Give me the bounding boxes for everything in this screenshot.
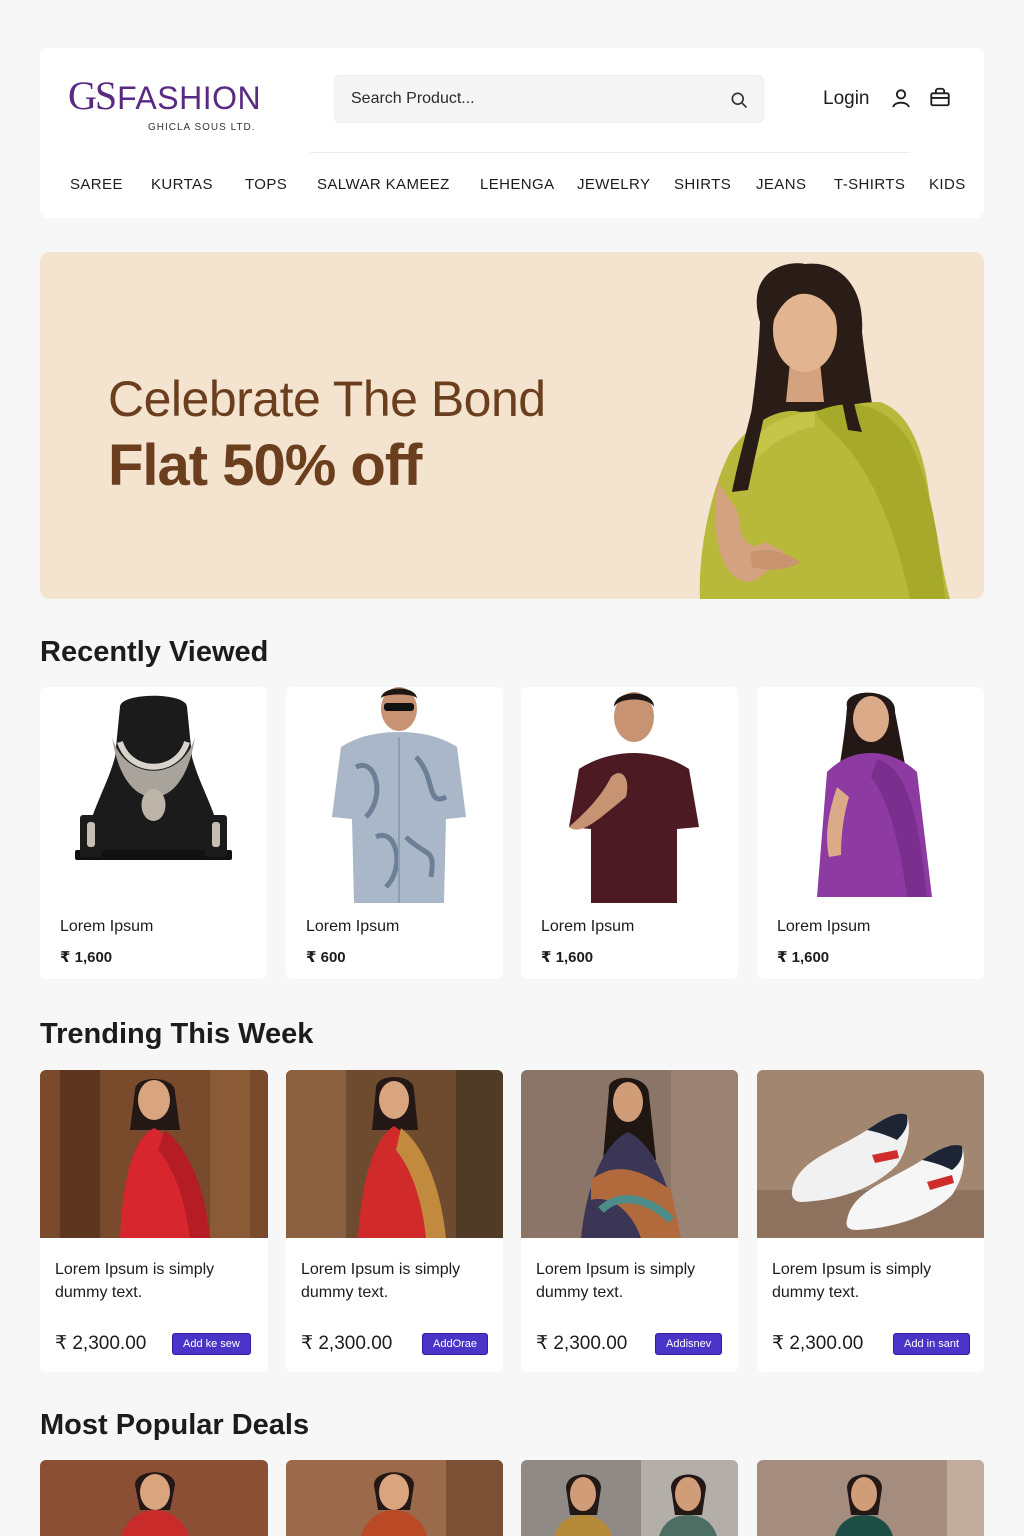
trending-card[interactable]: Lorem Ipsum is simply dummy text. ₹ 2,30… bbox=[286, 1070, 503, 1372]
popular-deal-card[interactable] bbox=[286, 1460, 503, 1536]
search-input[interactable] bbox=[351, 76, 711, 122]
product-description: Lorem Ipsum is simply dummy text. bbox=[301, 1261, 461, 1301]
recently-viewed-card[interactable]: Lorem Ipsum ₹ 1,600 bbox=[521, 687, 738, 979]
product-name: Lorem Ipsum bbox=[777, 918, 871, 935]
nav-item-tops[interactable]: TOPS bbox=[245, 176, 287, 193]
hero-banner[interactable]: Celebrate The Bond Flat 50% off bbox=[40, 252, 984, 599]
product-price: ₹ 1,600 bbox=[60, 949, 113, 966]
recently-viewed-card[interactable]: Lorem Ipsum ₹ 1,600 bbox=[40, 687, 267, 979]
nav-item-saree[interactable]: SAREE bbox=[70, 176, 123, 193]
red-saree-product-image bbox=[286, 1070, 503, 1238]
brand-logo[interactable]: GS FASHION GHICLA SOUS LTD. bbox=[68, 73, 262, 134]
hero-offer: Flat 50% off bbox=[108, 433, 422, 498]
product-price: ₹ 2,300.00 bbox=[536, 1333, 628, 1354]
necklace-product-image bbox=[75, 695, 232, 860]
nav-item-salwar-kameez[interactable]: SALWAR KAMEEZ bbox=[317, 176, 450, 193]
product-price: ₹ 1,600 bbox=[777, 949, 830, 966]
brand-tagline: GHICLA SOUS LTD. bbox=[148, 122, 256, 133]
popular-product-image bbox=[521, 1460, 738, 1536]
saree-product-image bbox=[817, 692, 932, 897]
header-divider bbox=[310, 152, 910, 153]
site-header: GS FASHION GHICLA SOUS LTD. Login SAREE … bbox=[40, 48, 984, 218]
popular-deals-title: Most Popular Deals bbox=[40, 1409, 310, 1441]
shirt-product-image bbox=[332, 687, 466, 903]
hero-model-image bbox=[699, 263, 950, 599]
add-to-cart-button[interactable]: Add in sant bbox=[893, 1333, 971, 1355]
popular-deal-card[interactable] bbox=[757, 1460, 984, 1536]
trending-card[interactable]: Lorem Ipsum is simply dummy text. ₹ 2,30… bbox=[757, 1070, 984, 1372]
popular-product-image bbox=[286, 1460, 503, 1536]
recently-viewed-card[interactable]: Lorem Ipsum ₹ 600 bbox=[286, 687, 503, 979]
product-description: Lorem Ipsum is simply dummy text. bbox=[55, 1261, 215, 1301]
user-icon[interactable] bbox=[890, 87, 912, 109]
add-to-cart-button[interactable]: Add ke sew bbox=[172, 1333, 251, 1355]
nav-item-t-shirts[interactable]: T-SHIRTS bbox=[834, 176, 905, 193]
red-lehenga-product-image bbox=[40, 1070, 268, 1238]
nav-item-jewelry[interactable]: JEWELRY bbox=[577, 176, 650, 193]
printed-saree-product-image bbox=[521, 1070, 738, 1238]
nav-item-kids[interactable]: KIDS bbox=[929, 176, 966, 193]
trending-card[interactable]: Lorem Ipsum is simply dummy text. ₹ 2,30… bbox=[521, 1070, 738, 1372]
nav-item-lehenga[interactable]: LEHENGA bbox=[480, 176, 555, 193]
nav-item-kurtas[interactable]: KURTAS bbox=[151, 176, 213, 193]
popular-product-image bbox=[757, 1460, 984, 1536]
popular-deal-card[interactable] bbox=[521, 1460, 738, 1536]
nav-item-shirts[interactable]: SHIRTS bbox=[674, 176, 731, 193]
trending-card[interactable]: Lorem Ipsum is simply dummy text. ₹ 2,30… bbox=[40, 1070, 268, 1372]
category-nav: SAREE KURTAS TOPS SALWAR KAMEEZ LEHENGA … bbox=[40, 176, 984, 200]
product-price: ₹ 2,300.00 bbox=[301, 1333, 393, 1354]
product-name: Lorem Ipsum bbox=[541, 918, 635, 935]
nav-item-jeans[interactable]: JEANS bbox=[756, 176, 806, 193]
add-to-cart-button[interactable]: Addisnev bbox=[655, 1333, 723, 1355]
popular-product-image bbox=[40, 1460, 268, 1536]
search-icon[interactable] bbox=[729, 90, 749, 110]
product-description: Lorem Ipsum is simply dummy text. bbox=[536, 1261, 696, 1301]
logo-fashion-text: FASHION bbox=[117, 80, 262, 116]
add-to-cart-button[interactable]: AddOrae bbox=[422, 1333, 489, 1355]
product-price: ₹ 600 bbox=[306, 949, 346, 966]
product-price: ₹ 2,300.00 bbox=[772, 1333, 864, 1354]
recently-viewed-card[interactable]: Lorem Ipsum ₹ 1,600 bbox=[757, 687, 984, 979]
sneakers-product-image bbox=[757, 1070, 984, 1238]
trending-title: Trending This Week bbox=[40, 1018, 314, 1050]
logo-gs-text: GS bbox=[68, 73, 117, 118]
product-name: Lorem Ipsum bbox=[306, 918, 400, 935]
recently-viewed-title: Recently Viewed bbox=[40, 636, 269, 668]
shopping-bag-icon[interactable] bbox=[929, 86, 951, 108]
product-price: ₹ 1,600 bbox=[541, 949, 594, 966]
hero-title: Celebrate The Bond bbox=[108, 371, 546, 427]
popular-deal-card[interactable] bbox=[40, 1460, 268, 1536]
t-shirt-product-image bbox=[569, 692, 699, 903]
product-price: ₹ 2,300.00 bbox=[55, 1333, 147, 1354]
product-name: Lorem Ipsum bbox=[60, 918, 154, 935]
search-box bbox=[334, 75, 764, 123]
product-description: Lorem Ipsum is simply dummy text. bbox=[772, 1261, 932, 1301]
login-link[interactable]: Login bbox=[823, 88, 870, 110]
